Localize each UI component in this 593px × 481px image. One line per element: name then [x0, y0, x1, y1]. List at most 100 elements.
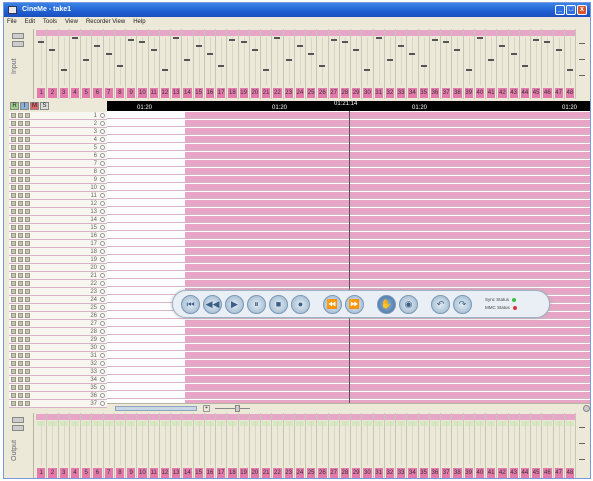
track-rec-button[interactable]: [11, 393, 16, 398]
output-channel[interactable]: 14: [182, 413, 194, 478]
track-header-row[interactable]: 6: [9, 152, 107, 160]
track-rec-button[interactable]: [11, 193, 16, 198]
output-channel[interactable]: 31: [373, 413, 385, 478]
track-mute-button[interactable]: [25, 153, 30, 158]
audio-clip[interactable]: [185, 216, 590, 222]
track-mon-button[interactable]: [18, 241, 23, 246]
output-fader[interactable]: [243, 421, 245, 465]
track-mute-button[interactable]: [25, 273, 30, 278]
input-channel[interactable]: 47: [553, 29, 565, 99]
output-fader[interactable]: [491, 421, 493, 465]
output-channel[interactable]: 37: [441, 413, 453, 478]
input-fader-knob[interactable]: [398, 45, 405, 47]
track-header-row[interactable]: 35: [9, 384, 107, 392]
input-fader-knob[interactable]: [218, 65, 225, 67]
input-fader[interactable]: [547, 37, 549, 85]
audio-clip[interactable]: [185, 112, 590, 118]
track-mon-button[interactable]: [18, 161, 23, 166]
track-mute-button[interactable]: [25, 233, 30, 238]
zoom-slider-track[interactable]: [215, 408, 250, 409]
track-select-icon[interactable]: [100, 297, 105, 302]
input-channel[interactable]: 2: [47, 29, 59, 99]
output-channel[interactable]: 34: [407, 413, 419, 478]
next-marker-icon[interactable]: ⏩: [345, 294, 364, 314]
track-mon-button[interactable]: [18, 345, 23, 350]
record-icon[interactable]: ●: [291, 294, 310, 314]
input-fader-knob[interactable]: [240, 41, 247, 43]
input-fader-knob[interactable]: [319, 65, 326, 67]
input-fader[interactable]: [142, 37, 144, 85]
audio-clip[interactable]: [185, 232, 590, 238]
output-channel[interactable]: 28: [339, 413, 351, 478]
track-mute-button[interactable]: [25, 249, 30, 254]
output-fader[interactable]: [119, 421, 121, 465]
track-header-row[interactable]: 37: [9, 400, 107, 408]
menu-file[interactable]: File: [7, 17, 17, 27]
track-header-row[interactable]: 14: [9, 216, 107, 224]
input-fader[interactable]: [131, 37, 133, 85]
output-channel[interactable]: 15: [193, 413, 205, 478]
input-fader[interactable]: [367, 37, 369, 85]
track-mon-button[interactable]: [18, 129, 23, 134]
output-fader[interactable]: [153, 421, 155, 465]
output-channel[interactable]: 4: [69, 413, 81, 478]
track-rec-button[interactable]: [11, 345, 16, 350]
output-channel[interactable]: 41: [486, 413, 498, 478]
track-mon-button[interactable]: [18, 185, 23, 190]
audio-clip[interactable]: [185, 360, 590, 366]
output-fader[interactable]: [63, 421, 65, 465]
audio-clip[interactable]: [185, 328, 590, 334]
track-mute-button[interactable]: [25, 305, 30, 310]
input-fader-knob[interactable]: [184, 59, 191, 61]
input-fader-knob[interactable]: [263, 69, 270, 71]
record-arm-all-button[interactable]: R: [10, 102, 19, 110]
track-select-icon[interactable]: [100, 337, 105, 342]
track-rec-button[interactable]: [11, 249, 16, 254]
track-rec-button[interactable]: [11, 209, 16, 214]
output-channel[interactable]: 3: [58, 413, 70, 478]
zoom-slider-knob[interactable]: [235, 405, 240, 412]
output-channel[interactable]: 43: [508, 413, 520, 478]
input-fader-knob[interactable]: [116, 65, 123, 67]
input-channel[interactable]: 32: [384, 29, 396, 99]
output-channel[interactable]: 46: [542, 413, 554, 478]
input-fader-knob[interactable]: [566, 69, 573, 71]
input-channel[interactable]: 43: [508, 29, 520, 99]
undo-icon[interactable]: ↶: [431, 294, 450, 314]
output-fader[interactable]: [164, 421, 166, 465]
audio-clip[interactable]: [185, 136, 590, 142]
input-fader-knob[interactable]: [206, 53, 213, 55]
output-fader[interactable]: [288, 421, 290, 465]
input-channel[interactable]: 5: [81, 29, 93, 99]
output-channel[interactable]: 45: [531, 413, 543, 478]
track-header-row[interactable]: 10: [9, 184, 107, 192]
track-rec-button[interactable]: [11, 305, 16, 310]
track-header-row[interactable]: 5: [9, 144, 107, 152]
track-select-icon[interactable]: [100, 201, 105, 206]
audio-clip[interactable]: [185, 184, 590, 190]
input-fader-knob[interactable]: [510, 53, 517, 55]
track-select-icon[interactable]: [100, 161, 105, 166]
input-fader-knob[interactable]: [431, 39, 438, 41]
track-rec-button[interactable]: [11, 241, 16, 246]
input-fader[interactable]: [378, 37, 380, 85]
track-select-icon[interactable]: [100, 185, 105, 190]
input-channel[interactable]: 17: [216, 29, 228, 99]
track-select-icon[interactable]: [100, 217, 105, 222]
track-mute-button[interactable]: [25, 313, 30, 318]
input-fader-knob[interactable]: [465, 69, 472, 71]
input-fader[interactable]: [63, 37, 65, 85]
input-fader[interactable]: [277, 37, 279, 85]
output-fader[interactable]: [333, 421, 335, 465]
track-mon-button[interactable]: [18, 145, 23, 150]
input-fader[interactable]: [434, 37, 436, 85]
output-channel[interactable]: 16: [204, 413, 216, 478]
track-header-row[interactable]: 4: [9, 136, 107, 144]
input-fader-knob[interactable]: [251, 49, 258, 51]
input-fader-knob[interactable]: [71, 37, 78, 39]
input-channel[interactable]: 6: [92, 29, 104, 99]
output-fader[interactable]: [41, 421, 43, 465]
input-fader-knob[interactable]: [173, 37, 180, 39]
output-channel[interactable]: 2: [47, 413, 59, 478]
track-header-row[interactable]: 2: [9, 120, 107, 128]
